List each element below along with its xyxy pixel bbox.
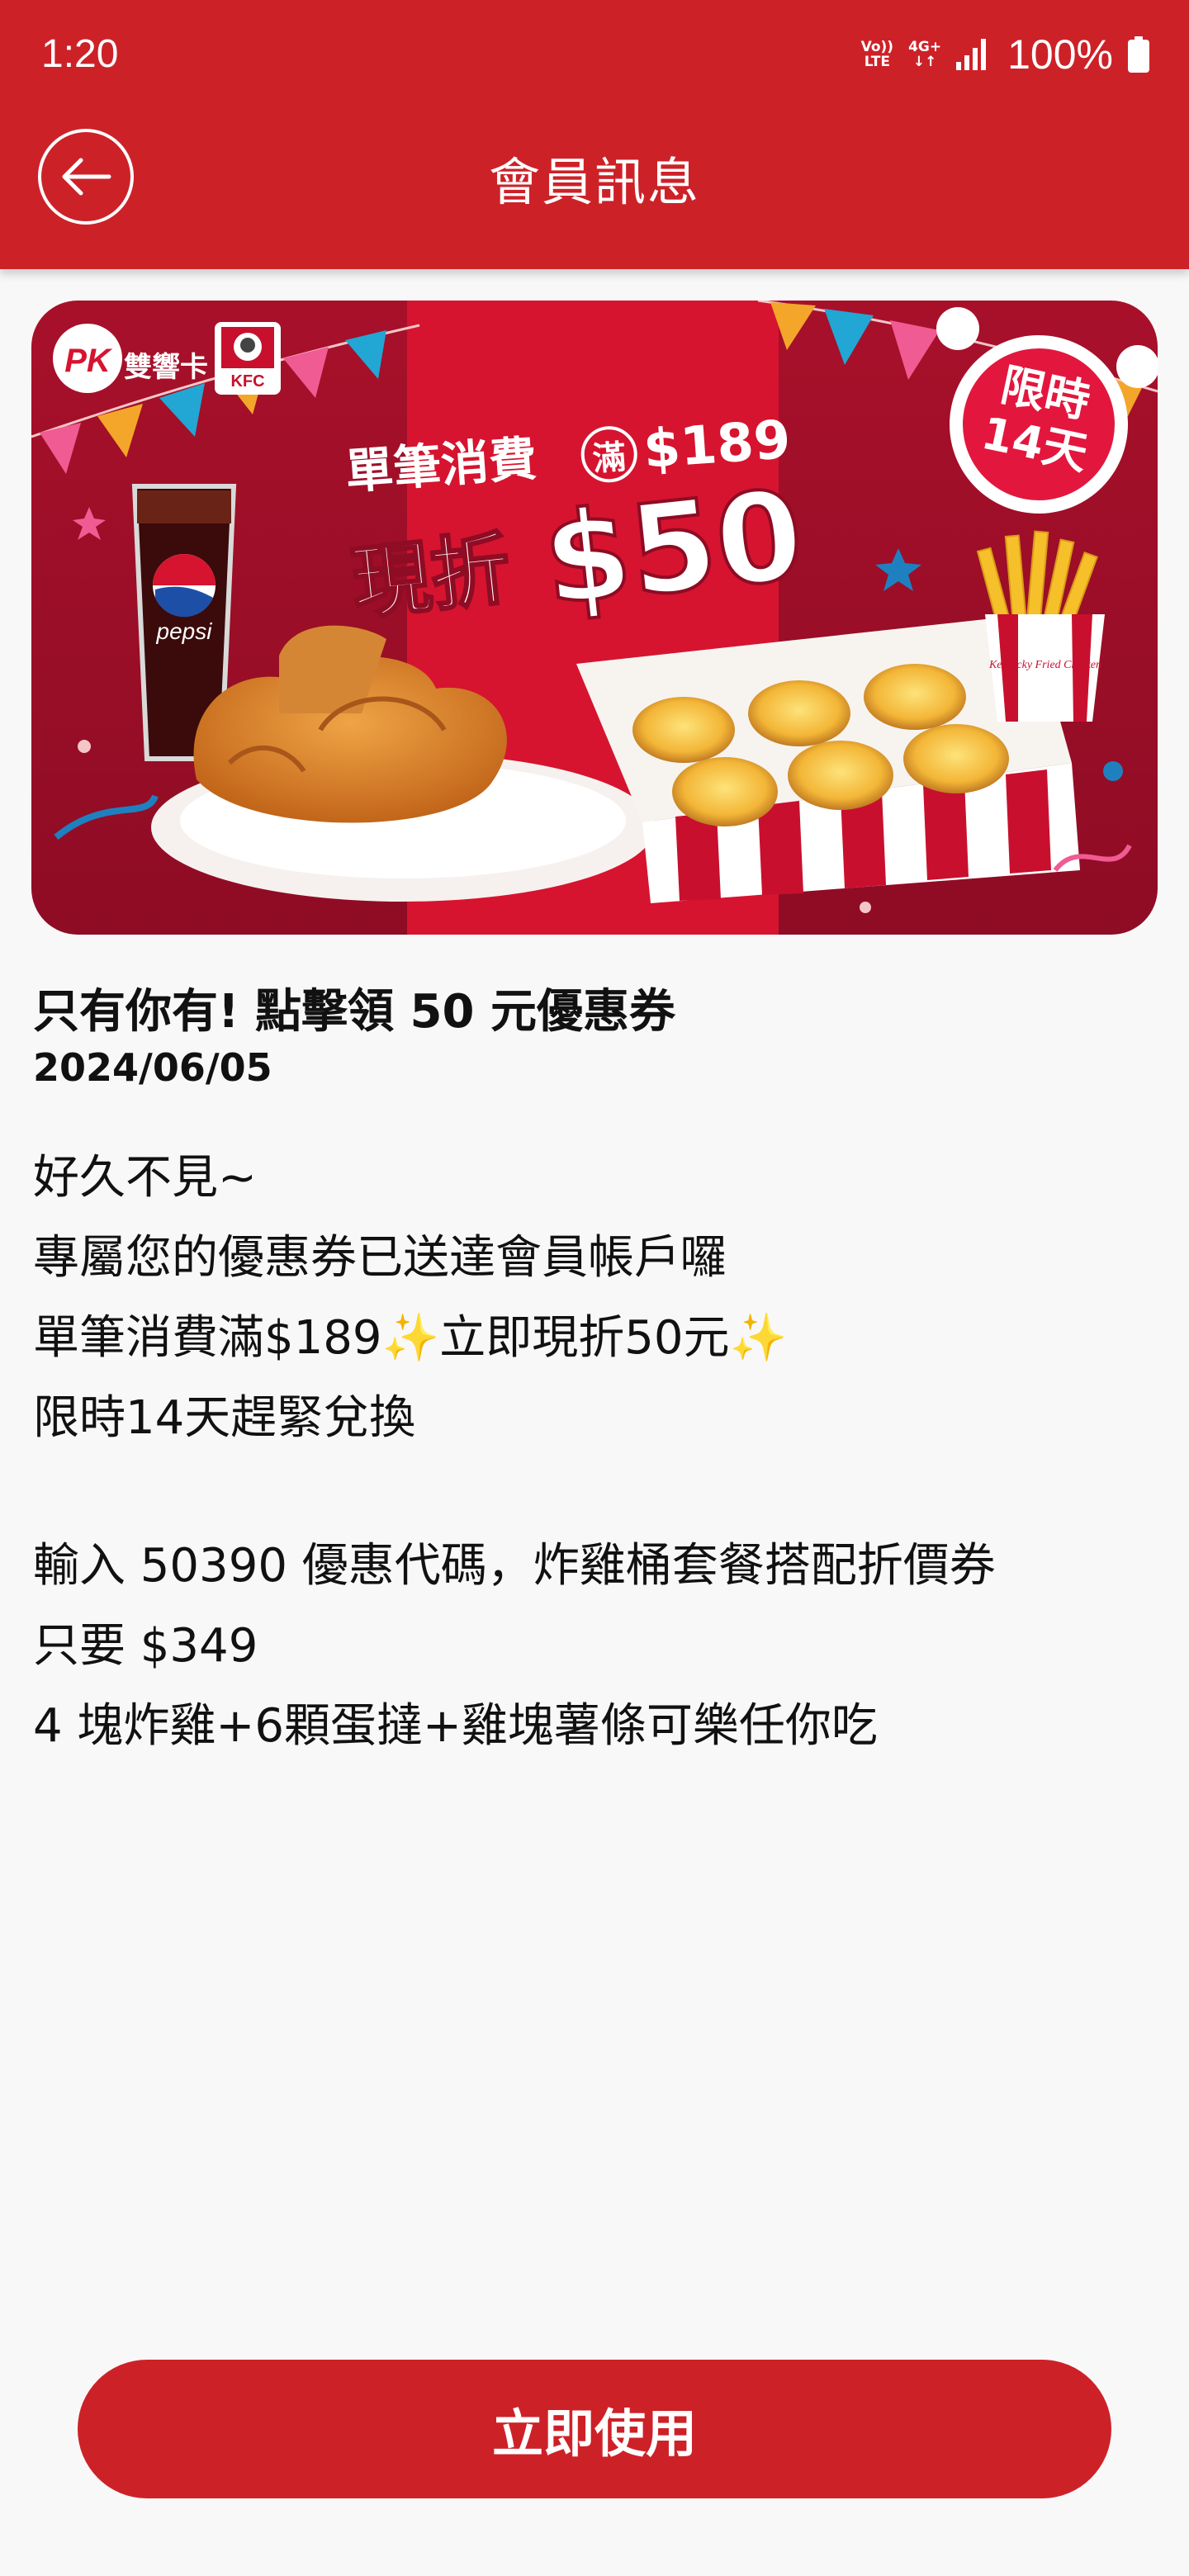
- kfc-logo-text: KFC: [230, 372, 264, 391]
- volte-bottom-text: LTE: [864, 54, 890, 70]
- battery-icon: [1128, 36, 1149, 73]
- drink-text: pepsi: [156, 618, 213, 644]
- message-line: 4 塊炸雞+6顆蛋撻+雞塊薯條可樂任你吃: [33, 1699, 878, 1753]
- volte-icon: Vo)) LTE: [861, 40, 893, 69]
- message-line: 限時14天趕緊兌換: [33, 1391, 416, 1445]
- use-now-button[interactable]: 立即使用: [78, 2360, 1111, 2498]
- network-bottom-text: ↓↑: [912, 54, 937, 70]
- page-title: 會員訊息: [488, 152, 700, 212]
- volte-top-text: Vo)): [860, 39, 894, 55]
- message-line: 只要 $349: [33, 1619, 258, 1673]
- message-title: 只有你有! 點擊領 50 元優惠券: [33, 985, 675, 1039]
- status-icons: Vo)) LTE 4G+ ↓↑ 100%: [861, 30, 1149, 79]
- banner-headline-1-circle: 滿: [592, 438, 628, 479]
- signal-icon: [956, 39, 987, 70]
- network-type-icon: 4G+ ↓↑: [908, 40, 941, 69]
- fries-box-text: Kentucky Fried Chicken: [988, 659, 1101, 671]
- svg-text:PK: PK: [64, 343, 113, 379]
- network-top-text: 4G+: [908, 39, 942, 55]
- message-line: 單筆消費滿$189✨立即現折50元✨: [33, 1311, 788, 1365]
- message-line: 好久不見~: [33, 1151, 257, 1205]
- promo-banner[interactable]: PK 雙響卡 KFC 單筆消費 滿 $189 現折 $50 限時 14天 pep…: [31, 301, 1158, 935]
- app-bar: 1:20 Vo)) LTE 4G+ ↓↑ 100% 會員訊息: [0, 0, 1189, 269]
- message-date: 2024/06/05: [33, 1045, 272, 1090]
- banner-headline-2: 現折: [348, 523, 515, 631]
- promo-banner-art: PK 雙響卡 KFC 單筆消費 滿 $189 現折 $50 限時 14天 pep…: [31, 301, 1158, 935]
- banner-headline-2-amount: $50: [538, 464, 810, 634]
- status-bar: 1:20 Vo)) LTE 4G+ ↓↑ 100%: [0, 0, 1189, 111]
- message-line: 專屬您的優惠券已送達會員帳戶囉: [33, 1231, 727, 1285]
- status-time: 1:20: [41, 32, 119, 76]
- message-line: 輸入 50390 優惠代碼，炸雞桶套餐搭配折價券: [33, 1539, 996, 1593]
- message-body: 好久不見~ 專屬您的優惠券已送達會員帳戶囉 單筆消費滿$189✨立即現折50元✨…: [33, 1138, 1156, 1766]
- battery-percentage: 100%: [1007, 31, 1113, 78]
- banner-brand-text: 雙響卡: [124, 351, 208, 384]
